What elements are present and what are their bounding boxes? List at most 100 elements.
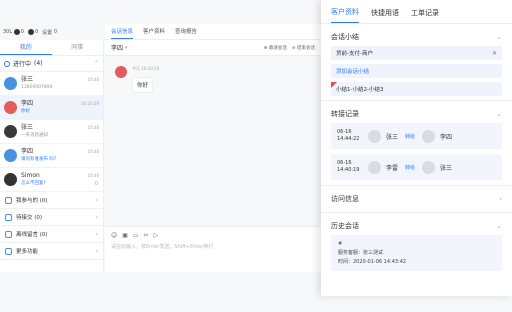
transfer-to: 李四 xyxy=(440,133,453,141)
status-count: 0 xyxy=(53,29,57,35)
menu-pending-transfer[interactable]: 待接交 (0) › xyxy=(0,209,103,226)
divider xyxy=(321,100,512,101)
emoji-icon[interactable]: ☺ xyxy=(111,232,117,239)
menu-label: 待接交 (0) xyxy=(16,215,43,221)
section-title: 会话小结 xyxy=(331,33,359,41)
contact-preview: 你好 xyxy=(21,109,30,114)
section-title: 转接记录 xyxy=(331,110,359,118)
transfer-icon xyxy=(5,213,12,221)
transfer-action: 转给 xyxy=(405,133,416,140)
chat-title: 李四 xyxy=(111,45,124,52)
contact-preview: 请问有谁发布 吗? xyxy=(21,157,57,162)
composer-toolbar: ☺ ▣ ▭ ✂ ▷ xyxy=(105,227,321,242)
tab-customer-profile[interactable]: 客户资料 xyxy=(143,24,165,39)
transfer-action: 转给 xyxy=(405,164,416,171)
chevron-down-icon: ⌄ xyxy=(496,33,502,41)
video-icon[interactable]: ▷ xyxy=(154,232,159,239)
avatar xyxy=(4,149,17,162)
menu-more[interactable]: 更多功能 › xyxy=(0,243,103,260)
avatar xyxy=(4,101,17,114)
contact-preview: 一条消息通知 xyxy=(21,133,48,138)
menu-offline-messages[interactable]: 离线留言 (0) › xyxy=(0,226,103,243)
chevron-right-icon: › xyxy=(95,230,98,238)
conversation-item[interactable]: 李四 你好 16:20:29 xyxy=(0,96,103,120)
avatar xyxy=(368,160,381,174)
status-count: 0 xyxy=(34,29,39,35)
transfer-date: 06-16 xyxy=(337,160,352,166)
close-icon[interactable]: ✕ xyxy=(492,50,497,57)
status-label: 设置 xyxy=(42,29,53,36)
status-online[interactable]: 30L 0 xyxy=(3,29,24,35)
invite-button[interactable]: ⊕ 邀请会话 xyxy=(264,45,287,51)
conversation-item[interactable]: 李四 请问有谁发布 吗? 10:48 xyxy=(0,144,103,168)
transfer-record: 06-16 14:40:19 李雷 转给 张三 xyxy=(331,154,502,180)
chevron-down-icon: ⌄ xyxy=(496,222,502,230)
edit-corner-icon xyxy=(331,82,337,88)
menu-label: 我参与的 (0) xyxy=(16,198,48,204)
contact-preview: 13800007890 xyxy=(21,85,53,90)
menu-label: 离线留言 (0) xyxy=(16,232,48,238)
status-label: 30L xyxy=(3,29,13,35)
history-id: # xyxy=(338,241,343,247)
chat-panel: 会话信息 客户资料 查询报告 李四 ▾ ⊕ 邀请会话 ⊖ 结束会话 今天 16:… xyxy=(105,24,321,272)
conversation-item[interactable]: Simon 怎么不回复? 10:48 0 xyxy=(0,168,103,192)
menu-label: 更多功能 xyxy=(16,249,39,255)
tab-customer-info[interactable]: 客户资料 xyxy=(331,7,359,23)
sidebar-tabs: 我的 同事 xyxy=(0,40,103,56)
tab-work-orders[interactable]: 工单记录 xyxy=(411,8,439,23)
message-input[interactable]: 请在此输入，按Enter发送，Shift+Enter换行 xyxy=(105,242,321,251)
chevron-right-icon: › xyxy=(95,213,98,221)
add-summary-button[interactable]: 添加会话小结 xyxy=(331,64,502,78)
avatar xyxy=(4,77,17,90)
grid-icon xyxy=(5,247,12,255)
tab-colleagues[interactable]: 同事 xyxy=(52,40,104,55)
conversation-item[interactable]: 张三 13800007890 10:48 xyxy=(0,72,103,96)
avatar xyxy=(422,129,436,143)
group-in-progress[interactable]: 进行中 (4) ⌃ xyxy=(0,56,103,72)
section-transfer-header[interactable]: 转接记录 ⌄ xyxy=(321,105,512,123)
transfer-from: 李雷 xyxy=(386,164,399,172)
conversation-sidebar: 我的 同事 进行中 (4) ⌃ 张三 13800007890 10:48 李四 你好… xyxy=(0,40,104,272)
transfer-record: 06-16 14:44:22 张三 转给 李四 xyxy=(331,123,502,149)
section-title: 历史会话 xyxy=(331,222,359,230)
divider xyxy=(321,185,512,186)
avatar xyxy=(4,173,17,186)
tab-session-info[interactable]: 会话信息 xyxy=(111,24,134,39)
clock-icon xyxy=(4,60,10,67)
conversation-item[interactable]: 张三 一条消息通知 10:48 xyxy=(0,120,103,144)
menu-participated[interactable]: 我参与的 (0) › xyxy=(0,192,103,209)
status-settings[interactable]: 设置 0 xyxy=(42,29,57,36)
chat-tabs: 会话信息 客户资料 查询报告 xyxy=(105,24,321,40)
transfer-datetime: 06-16 14:40:19 xyxy=(337,160,363,174)
divider xyxy=(321,212,512,213)
cut-icon[interactable]: ✂ xyxy=(144,232,149,239)
chat-header: 李四 ▾ ⊕ 邀请会话 ⊖ 结束会话 xyxy=(105,40,321,56)
section-history-header[interactable]: 历史会话 ⌄ xyxy=(321,217,512,235)
message: 今天 16:20:29 你好 xyxy=(115,66,159,93)
chevron-down-icon[interactable]: ▾ xyxy=(125,45,128,51)
transfer-from: 张三 xyxy=(386,133,399,141)
history-card[interactable]: # 服务客服：张三测试 时间：2020-01-06 14:43:42 xyxy=(331,235,502,271)
section-visit-header[interactable]: 访问信息 › xyxy=(321,190,512,208)
tab-mine[interactable]: 我的 xyxy=(0,40,52,55)
summary-tag-text: 贷前-支付-商户 xyxy=(336,51,373,57)
summary-tag[interactable]: 贷前-支付-商户 ✕ xyxy=(331,46,502,60)
section-summary-header[interactable]: 会话小结 ⌄ xyxy=(321,28,512,46)
unread-badge: 0 xyxy=(94,181,98,187)
people-icon xyxy=(5,196,12,204)
tab-query-report[interactable]: 查询报告 xyxy=(175,24,197,39)
group-label: 进行中 xyxy=(13,61,32,68)
mail-icon xyxy=(5,230,12,238)
status-count: 0 xyxy=(20,29,24,35)
transfer-time: 14:40:19 xyxy=(337,167,360,173)
image-icon[interactable]: ▣ xyxy=(122,232,128,239)
message-meta: 今天 16:20:29 xyxy=(132,66,160,71)
status-busy[interactable]: 0 xyxy=(27,29,39,35)
summary-note[interactable]: 小结1-小结2-小结3 xyxy=(331,82,502,96)
transfer-date: 06-16 xyxy=(337,129,352,135)
chevron-down-icon: ⌄ xyxy=(496,110,502,118)
end-session-button[interactable]: ⊖ 结束会话 xyxy=(292,45,315,51)
tab-quick-phrases[interactable]: 快捷用语 xyxy=(371,8,399,23)
conversation-time: 10:48 xyxy=(87,173,99,178)
file-icon[interactable]: ▭ xyxy=(133,232,139,239)
